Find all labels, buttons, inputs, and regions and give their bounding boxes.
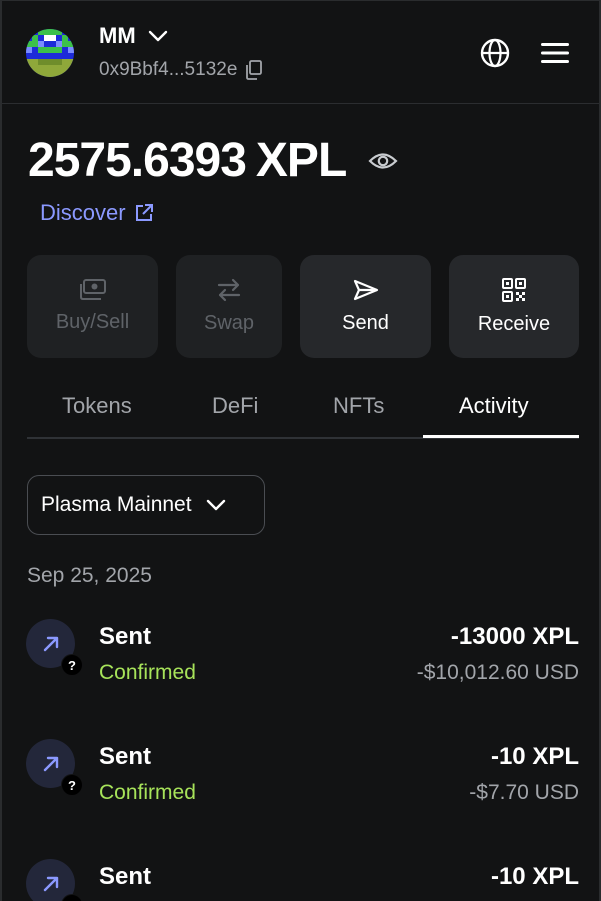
network-select[interactable]: Plasma Mainnet [27,475,265,535]
discover-link[interactable]: Discover [40,200,154,226]
balance-display: 2575.6393 XPL [28,133,398,188]
receive-button[interactable]: Receive [449,255,579,358]
chevron-down-icon [206,499,225,511]
receive-label: Receive [477,313,551,335]
external-link-icon [135,204,153,221]
swap-arrows-icon [217,278,241,302]
account-avatar[interactable] [26,29,74,77]
activity-date-heading: Sep 25, 2025 [27,564,152,587]
tab-activity[interactable]: Activity [459,393,529,419]
globe-icon[interactable] [477,35,513,71]
asset-tabs: Tokens DeFi NFTs Activity [27,381,579,439]
activity-row[interactable]: ? Sent -10 XPL [26,859,579,901]
balance-amount: 2575.6393 [28,134,247,187]
buy-sell-button[interactable]: Buy/Sell [27,255,158,358]
swap-label: Swap [203,312,255,334]
account-name: MM [99,23,136,48]
eye-icon[interactable] [368,150,398,172]
cash-icon [79,279,106,300]
activity-amount: -13000 XPL [450,623,579,650]
tab-nfts[interactable]: NFTs [333,393,384,419]
wallet-app: MM 0x9Bbf4...5132e 2575.6393 XPL Discove… [0,0,601,901]
active-tab-indicator [423,435,579,438]
account-header: MM 0x9Bbf4...5132e [2,1,599,104]
chevron-down-icon [148,30,167,42]
activity-status: Confirmed [99,781,196,804]
activity-row[interactable]: ? Sent Confirmed -13000 XPL -$10,012.60 … [26,619,579,699]
activity-title: Sent [99,623,152,650]
unknown-token-icon: ? [61,654,83,676]
send-button[interactable]: Send [300,255,431,358]
tab-defi[interactable]: DeFi [212,393,258,419]
send-label: Send [342,312,389,334]
activity-status: Confirmed [99,661,196,684]
menu-icon[interactable] [537,35,573,71]
balance-unit: XPL [255,134,347,187]
activity-fiat-amount: -$10,012.60 USD [416,661,579,684]
activity-title: Sent [99,863,152,890]
tab-tokens[interactable]: Tokens [62,393,132,419]
unknown-token-icon: ? [61,774,83,796]
buy-sell-label: Buy/Sell [55,311,130,333]
discover-label: Discover [40,200,126,225]
account-address: 0x9Bbf4...5132e [99,59,238,80]
send-icon [353,279,378,301]
activity-amount: -10 XPL [490,743,579,770]
account-address-row: 0x9Bbf4...5132e [99,59,263,81]
swap-button[interactable]: Swap [176,255,282,358]
activity-row[interactable]: ? Sent Confirmed -10 XPL -$7.70 USD [26,739,579,819]
account-selector[interactable]: MM [99,23,168,49]
network-selected-label: Plasma Mainnet [41,493,192,516]
activity-amount: -10 XPL [490,863,579,890]
qr-code-icon [502,278,526,302]
activity-title: Sent [99,743,152,770]
copy-icon[interactable] [245,60,263,80]
activity-fiat-amount: -$7.70 USD [469,781,579,804]
